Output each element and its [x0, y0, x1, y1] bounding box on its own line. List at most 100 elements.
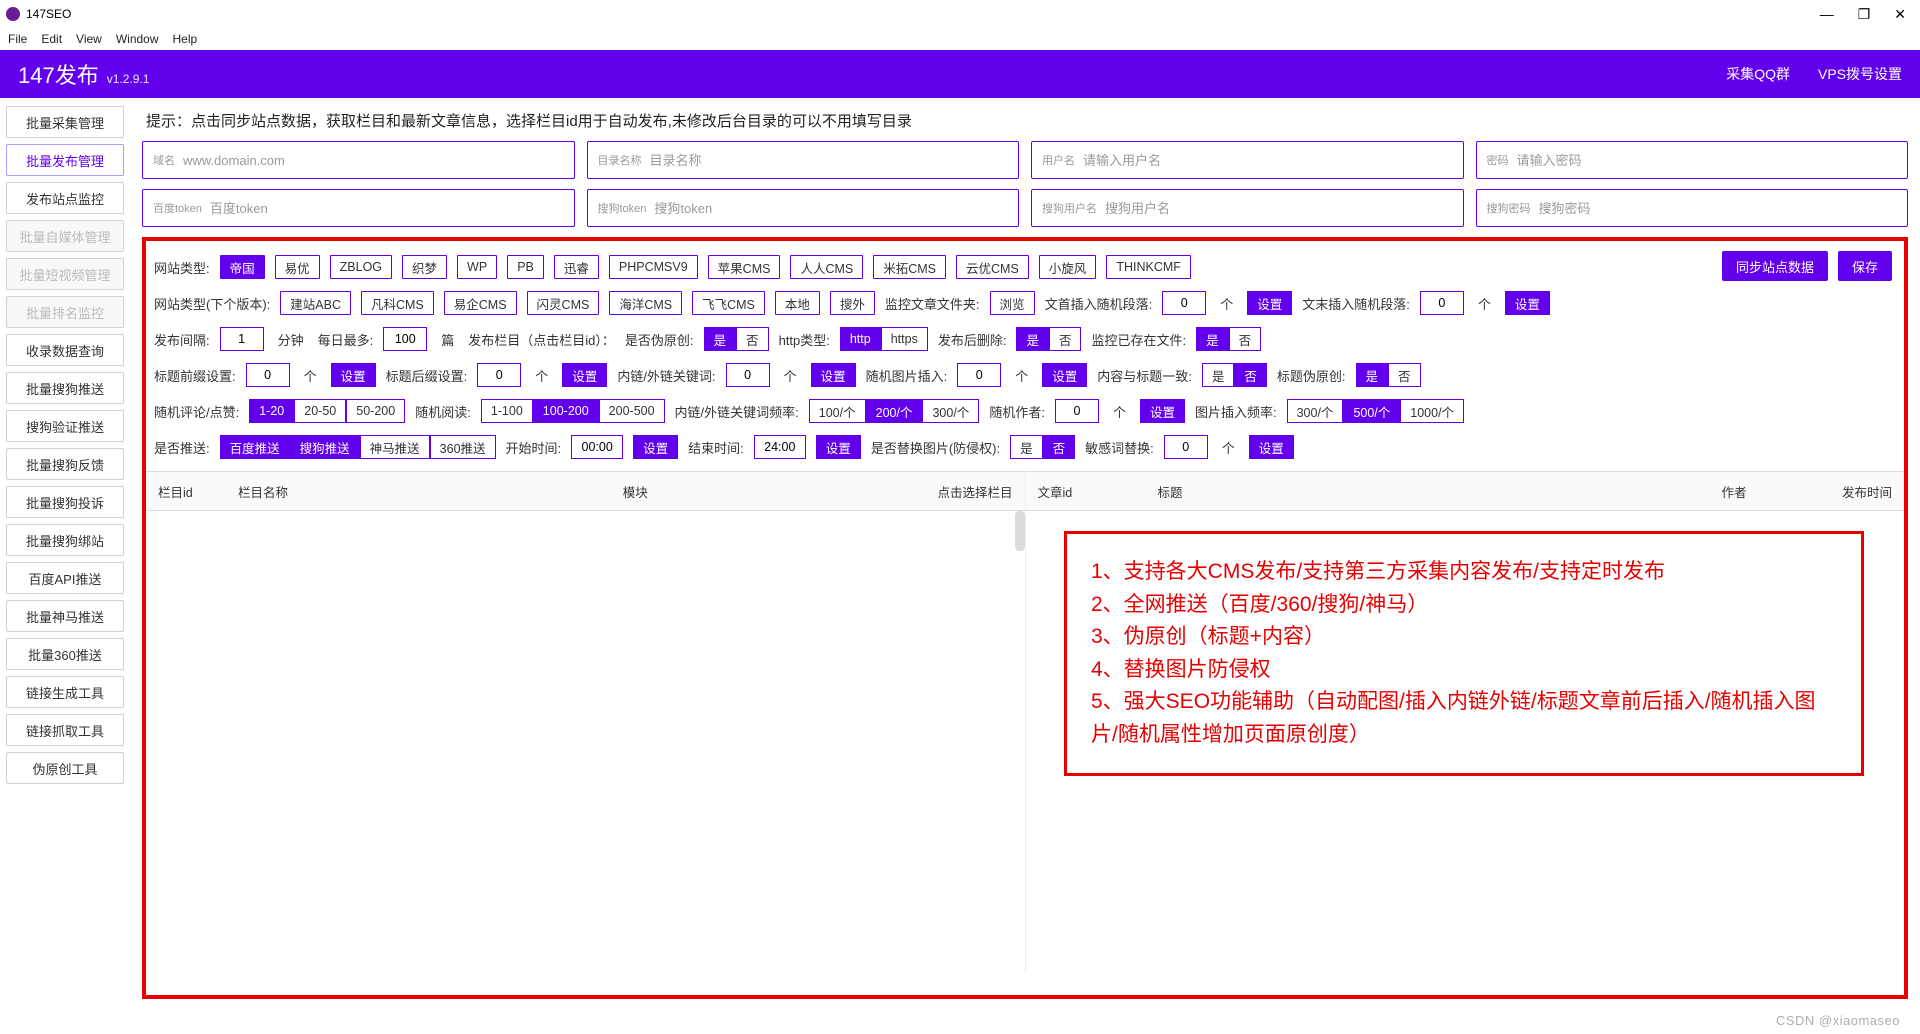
scrollbar-thumb[interactable] — [1015, 511, 1025, 551]
maximize-button[interactable]: ❐ — [1858, 6, 1871, 23]
text-input[interactable] — [1105, 201, 1453, 216]
text-input[interactable] — [1517, 153, 1898, 168]
interval-input[interactable] — [220, 327, 264, 351]
pseudo-yes[interactable]: 是 — [704, 327, 737, 351]
site-type-ZBLOG[interactable]: ZBLOG — [330, 255, 392, 279]
save-button[interactable]: 保存 — [1838, 251, 1892, 281]
random-author-set-button[interactable]: 设置 — [1140, 399, 1185, 423]
minimize-button[interactable]: — — [1820, 6, 1834, 23]
text-input[interactable] — [1083, 153, 1453, 168]
end-time-input[interactable] — [754, 435, 806, 459]
sidebar-item-8[interactable]: 搜狗验证推送 — [6, 410, 124, 442]
suffix-rand-input[interactable] — [1420, 291, 1464, 315]
sensitive-set-button[interactable]: 设置 — [1249, 435, 1294, 459]
push-3[interactable]: 360推送 — [430, 435, 496, 459]
title-pseudo-no[interactable]: 否 — [1388, 363, 1421, 387]
suffix-rand-set[interactable]: 设置 — [1505, 291, 1550, 315]
menu-file[interactable]: File — [8, 32, 27, 46]
sidebar-item-12[interactable]: 百度API推送 — [6, 562, 124, 594]
sidebar-item-17[interactable]: 伪原创工具 — [6, 752, 124, 784]
random-image-set-button[interactable]: 设置 — [1042, 363, 1087, 387]
sidebar-item-7[interactable]: 批量搜狗推送 — [6, 372, 124, 404]
sidebar-item-9[interactable]: 批量搜狗反馈 — [6, 448, 124, 480]
monitor-exist-yes[interactable]: 是 — [1196, 327, 1229, 351]
nextver-搜外[interactable]: 搜外 — [830, 291, 875, 315]
menu-window[interactable]: Window — [116, 32, 159, 46]
title-prefix-set-button[interactable]: 设置 — [331, 363, 376, 387]
image-freq-opt-2[interactable]: 1000/个 — [1400, 399, 1464, 423]
site-type-人人CMS[interactable]: 人人CMS — [790, 255, 863, 279]
site-type-PHPCMSV9[interactable]: PHPCMSV9 — [609, 255, 698, 279]
sidebar-item-0[interactable]: 批量采集管理 — [6, 106, 124, 138]
random-read-opt-2[interactable]: 200-500 — [599, 399, 665, 423]
nextver-凡科CMS[interactable]: 凡科CMS — [361, 291, 434, 315]
title-pseudo-yes[interactable]: 是 — [1356, 363, 1389, 387]
menu-view[interactable]: View — [76, 32, 102, 46]
sidebar-item-15[interactable]: 链接生成工具 — [6, 676, 124, 708]
prefix-rand-set[interactable]: 设置 — [1247, 291, 1292, 315]
image-freq-opt-1[interactable]: 500/个 — [1343, 399, 1400, 423]
text-input[interactable] — [183, 153, 564, 168]
site-type-易优[interactable]: 易优 — [275, 255, 320, 279]
sidebar-item-2[interactable]: 发布站点监控 — [6, 182, 124, 214]
push-2[interactable]: 神马推送 — [360, 435, 430, 459]
site-type-帝国[interactable]: 帝国 — [220, 255, 265, 279]
sidebar-item-6[interactable]: 收录数据查询 — [6, 334, 124, 366]
prefix-rand-input[interactable] — [1162, 291, 1206, 315]
push-0[interactable]: 百度推送 — [220, 435, 290, 459]
title-suffix-set-button[interactable]: 设置 — [562, 363, 607, 387]
https-option[interactable]: https — [881, 327, 928, 351]
nextver-闪灵CMS[interactable]: 闪灵CMS — [527, 291, 600, 315]
menu-help[interactable]: Help — [173, 32, 198, 46]
random-image-input[interactable] — [957, 363, 1001, 387]
close-button[interactable]: ✕ — [1894, 6, 1906, 23]
site-type-米拓CMS[interactable]: 米拓CMS — [873, 255, 946, 279]
start-time-input[interactable] — [571, 435, 623, 459]
nextver-建站ABC[interactable]: 建站ABC — [280, 291, 351, 315]
nextver-海洋CMS[interactable]: 海洋CMS — [609, 291, 682, 315]
site-type-迅睿[interactable]: 迅睿 — [554, 255, 599, 279]
title-suffix-input[interactable] — [477, 363, 521, 387]
link-keyword-set-button[interactable]: 设置 — [811, 363, 856, 387]
text-input[interactable] — [654, 201, 1008, 216]
delete-yes[interactable]: 是 — [1016, 327, 1049, 351]
site-type-WP[interactable]: WP — [457, 255, 497, 279]
image-freq-opt-0[interactable]: 300/个 — [1287, 399, 1344, 423]
link-vps-settings[interactable]: VPS拨号设置 — [1818, 64, 1902, 84]
site-type-苹果CMS[interactable]: 苹果CMS — [708, 255, 781, 279]
monitor-exist-no[interactable]: 否 — [1229, 327, 1262, 351]
nextver-本地[interactable]: 本地 — [775, 291, 820, 315]
start-time-set-button[interactable]: 设置 — [633, 435, 678, 459]
link-keyword-input[interactable] — [726, 363, 770, 387]
nextver-飞飞CMS[interactable]: 飞飞CMS — [692, 291, 765, 315]
link-freq-opt-2[interactable]: 300/个 — [922, 399, 979, 423]
browse-button[interactable]: 浏览 — [990, 291, 1035, 315]
sidebar-item-13[interactable]: 批量神马推送 — [6, 600, 124, 632]
random-comment-opt-0[interactable]: 1-20 — [249, 399, 294, 423]
link-freq-opt-1[interactable]: 200/个 — [866, 399, 923, 423]
random-comment-opt-1[interactable]: 20-50 — [294, 399, 346, 423]
text-input[interactable] — [1539, 201, 1898, 216]
end-time-set-button[interactable]: 设置 — [816, 435, 861, 459]
content-title-yes[interactable]: 是 — [1202, 363, 1235, 387]
delete-no[interactable]: 否 — [1049, 327, 1082, 351]
random-read-opt-0[interactable]: 1-100 — [481, 399, 533, 423]
push-1[interactable]: 搜狗推送 — [290, 435, 360, 459]
link-freq-opt-0[interactable]: 100/个 — [809, 399, 866, 423]
site-type-THINKCMF[interactable]: THINKCMF — [1106, 255, 1191, 279]
http-option[interactable]: http — [840, 327, 881, 351]
nextver-易企CMS[interactable]: 易企CMS — [444, 291, 517, 315]
link-qq-group[interactable]: 采集QQ群 — [1726, 64, 1790, 84]
sidebar-item-10[interactable]: 批量搜狗投诉 — [6, 486, 124, 518]
random-comment-opt-2[interactable]: 50-200 — [346, 399, 405, 423]
sidebar-item-16[interactable]: 链接抓取工具 — [6, 714, 124, 746]
sidebar-item-1[interactable]: 批量发布管理 — [6, 144, 124, 176]
sidebar-item-11[interactable]: 批量搜狗绑站 — [6, 524, 124, 556]
site-type-织梦[interactable]: 织梦 — [402, 255, 447, 279]
site-type-小旋风[interactable]: 小旋风 — [1039, 255, 1097, 279]
random-read-opt-1[interactable]: 100-200 — [533, 399, 599, 423]
sync-site-data-button[interactable]: 同步站点数据 — [1722, 251, 1828, 281]
replace-img-no[interactable]: 否 — [1043, 435, 1076, 459]
pseudo-no[interactable]: 否 — [736, 327, 769, 351]
text-input[interactable] — [210, 201, 564, 216]
